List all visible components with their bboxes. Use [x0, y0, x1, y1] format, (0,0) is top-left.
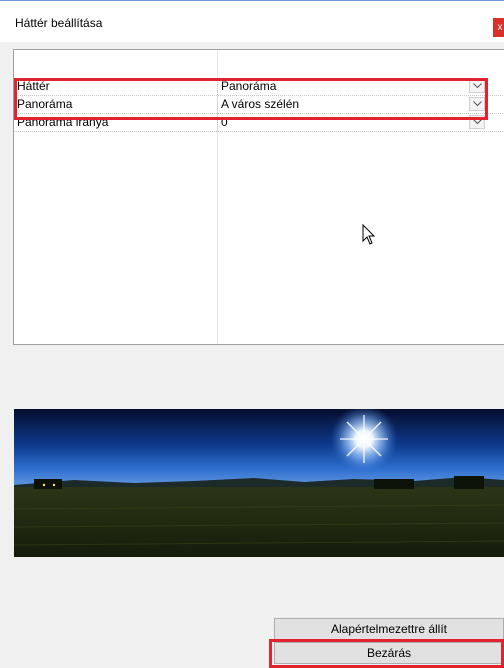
property-value[interactable]: 0 [221, 115, 228, 130]
row-divider [217, 114, 218, 131]
chevron-down-icon[interactable] [469, 115, 485, 129]
reset-defaults-button[interactable]: Alapértelmezettre állít [274, 618, 504, 640]
row-divider [217, 96, 218, 113]
close-button[interactable]: Bezárás [274, 642, 504, 664]
close-icon[interactable]: x [493, 18, 504, 37]
dialog-body: Háttér Panoráma Panoráma A város szélén … [0, 42, 504, 668]
title-bar: Háttér beállítása x [0, 0, 504, 43]
mouse-cursor-icon [362, 224, 376, 245]
property-row-panorama-direction[interactable]: Panoráma iránya 0 [14, 114, 504, 132]
property-label: Panoráma iránya [17, 115, 109, 129]
panorama-preview [14, 409, 504, 557]
property-value[interactable]: A város szélén [221, 97, 299, 112]
chevron-down-icon[interactable] [469, 79, 485, 93]
property-grid: Háttér Panoráma Panoráma A város szélén … [13, 49, 504, 345]
property-row-panorama[interactable]: Panoráma A város szélén [14, 96, 504, 114]
row-divider [217, 78, 218, 95]
property-label: Háttér [17, 79, 50, 93]
chevron-down-icon[interactable] [469, 97, 485, 111]
property-row-background[interactable]: Háttér Panoráma [14, 78, 504, 96]
window-title: Háttér beállítása [15, 16, 103, 30]
property-label: Panoráma [17, 97, 73, 111]
property-value[interactable]: Panoráma [221, 79, 276, 94]
